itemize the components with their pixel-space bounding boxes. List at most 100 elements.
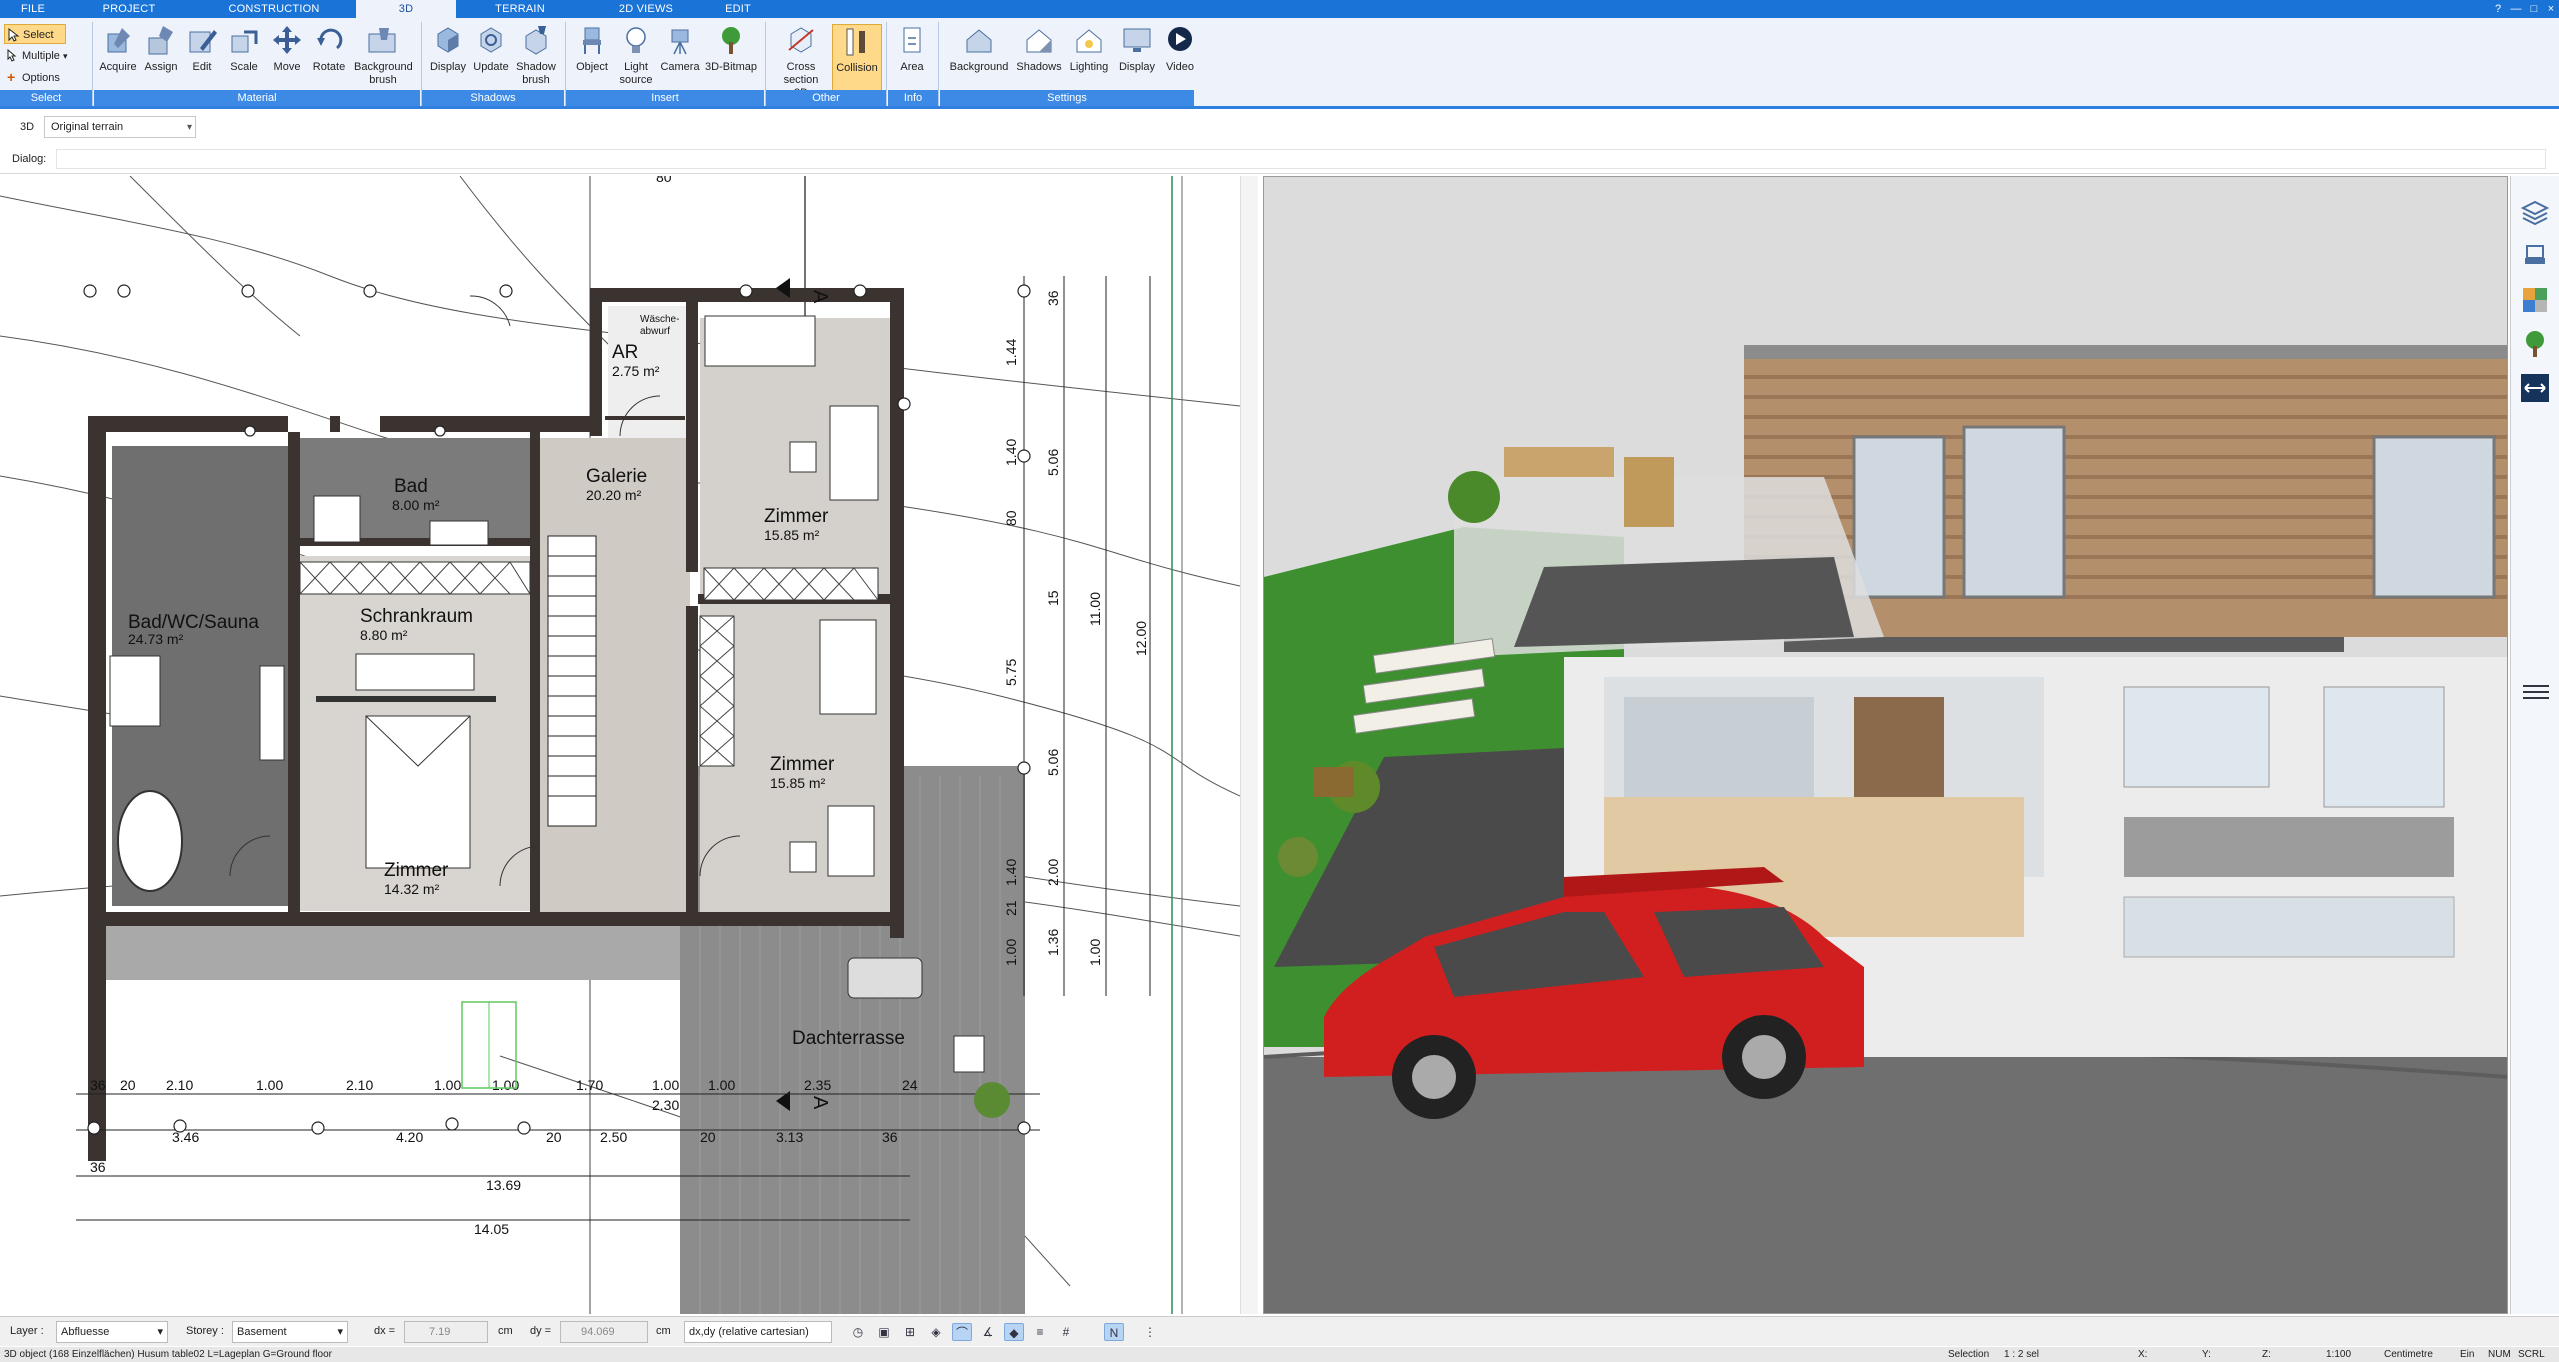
svg-text:2.30: 2.30 [652,1097,679,1113]
tab-terrain[interactable]: TERRAIN [456,0,584,18]
cad-app-window: { "menu_tabs": ["FILE", "PROJECT", "CONS… [0,0,2559,1362]
svg-text:20: 20 [700,1129,716,1145]
ortho-icon[interactable]: ⌒ [952,1323,972,1341]
object-info: 3D object (168 Einzelflächen) Husum tabl… [4,1349,332,1360]
chevron-down-icon: ▾ [337,1326,343,1338]
shadow-display-button[interactable]: Display [426,24,470,100]
floor-plan-view[interactable]: Bad 8.00 m² Galerie 20.20 m² Zimmer 15.8… [0,176,1258,1314]
move-button[interactable]: Move [266,24,308,100]
layer-tool-icon[interactable]: ◈ [926,1323,946,1341]
x-coord-label: X: [2138,1349,2148,1360]
dy-input[interactable]: 94.069 [560,1321,648,1343]
svg-text:36: 36 [90,1077,106,1093]
tab-3d[interactable]: 3D [356,0,456,18]
cross-section-3d-button[interactable]: Cross section 3D [774,24,828,100]
dx-value: 7.19 [429,1326,451,1338]
close-icon[interactable]: × [2543,1,2559,17]
move-arrows-icon [273,26,301,54]
angle-icon[interactable]: ∡ [978,1323,998,1341]
clock-icon[interactable]: ◷ [848,1323,868,1341]
svg-text:1.00: 1.00 [256,1077,283,1093]
minimize-icon[interactable]: — [2508,1,2524,17]
selection-value: 1 : 2 sel [2004,1349,2040,1360]
house-background-icon [966,29,992,53]
coordinate-mode-select[interactable]: dx,dy (relative cartesian) [684,1321,832,1343]
help-icon[interactable]: ? [2490,1,2506,17]
rotate-button[interactable]: Rotate [308,24,350,100]
camera-button[interactable]: Camera [658,24,702,100]
lines-icon[interactable]: ≡ [1030,1323,1050,1341]
select-button[interactable]: Select [4,24,66,44]
object-snap-icon[interactable]: ◆ [1004,1323,1024,1341]
laundry-label: abwurf [640,326,670,337]
object-button[interactable]: Object [570,24,614,100]
tab-file[interactable]: FILE [0,0,66,18]
snap-icon[interactable]: ▣ [874,1323,894,1341]
lighting-button[interactable]: Lighting [1064,24,1114,100]
shadows-button[interactable]: Shadows [1014,24,1064,100]
video-button[interactable]: Video [1160,24,1200,100]
menu-bar: FILE PROJECT CONSTRUCTION 3D TERRAIN 2D … [0,0,2559,18]
tab-project[interactable]: PROJECT [66,0,192,18]
camera-icon [671,29,689,55]
dialog-field[interactable] [56,149,2546,169]
lighting-label: Lighting [1069,61,1109,73]
svg-text:1.00: 1.00 [708,1077,735,1093]
svg-text:1.44: 1.44 [1003,339,1019,366]
ribbon: Select Multiple ▾ + Options Acquire Assi… [0,18,2559,109]
background-button[interactable]: Background [944,24,1014,100]
edit-label: Edit [192,61,212,73]
update-button[interactable]: Update [470,24,512,100]
scale-button[interactable]: Scale [222,24,266,100]
multiple-button[interactable]: Multiple ▾ [4,46,68,66]
area-button[interactable]: Area [890,24,934,100]
display-settings-button[interactable]: Display [1114,24,1160,100]
svg-text:13.69: 13.69 [486,1177,521,1193]
3d-view[interactable] [1263,176,2508,1314]
background-brush-button[interactable]: Background brush [350,24,416,100]
group-separator [886,22,887,106]
grid-snap-icon[interactable]: ⊞ [900,1323,920,1341]
floor-plan-drawing[interactable]: Bad 8.00 m² Galerie 20.20 m² Zimmer 15.8… [0,176,1241,1314]
dx-input[interactable]: 7.19 [404,1321,488,1343]
assign-button[interactable]: Assign [140,24,182,100]
light-source-button[interactable]: Light source [614,24,658,100]
shadow-brush-button[interactable]: Shadow brush [512,24,560,100]
num-indicator: NUM [2488,1349,2511,1360]
collision-button[interactable]: Collision [832,24,882,100]
panel-toggle-icon[interactable] [2517,676,2555,708]
svg-text:1.00: 1.00 [1087,939,1103,966]
grid-icon[interactable]: # [1056,1323,1076,1341]
svg-text:80: 80 [472,176,488,179]
room-area: 24.73 m² [128,631,184,647]
svg-text:14.05: 14.05 [474,1221,509,1237]
svg-text:12.00: 12.00 [1133,621,1149,656]
plan-vertical-scrollbar[interactable] [1240,176,1258,1314]
storey-select[interactable]: Basement ▾ [232,1321,348,1343]
3d-scene[interactable] [1264,177,2508,1314]
plants-icon[interactable] [2519,328,2551,360]
terrain-select[interactable]: Original terrain ▾ [44,116,196,138]
tab-2d-views[interactable]: 2D VIEWS [584,0,708,18]
maximize-icon[interactable]: □ [2526,1,2542,17]
3d-bitmap-button[interactable]: 3D-Bitmap [702,24,760,100]
north-icon[interactable]: N [1104,1323,1124,1341]
materials-icon[interactable] [2519,284,2551,316]
acquire-button[interactable]: Acquire [96,24,140,100]
dialog-bar: Dialog: [0,146,2559,174]
group-select: Select [0,90,92,106]
room-area: 20.20 m² [586,487,642,503]
tab-edit[interactable]: EDIT [708,0,768,18]
tab-construction[interactable]: CONSTRUCTION [192,0,356,18]
options-button[interactable]: + Options [4,68,60,88]
move-label: Move [273,61,301,73]
paint-brush-icon [148,26,173,55]
layer-select[interactable]: Abfluesse ▾ [56,1321,168,1343]
more-icon[interactable]: ⋮ [1140,1323,1160,1341]
dimension-icon[interactable] [2519,372,2551,404]
furniture-icon[interactable] [2519,240,2551,272]
edit-button[interactable]: Edit [182,24,222,100]
layers-icon[interactable] [2519,196,2551,228]
staircase [547,535,597,827]
area-info-icon [903,27,921,53]
